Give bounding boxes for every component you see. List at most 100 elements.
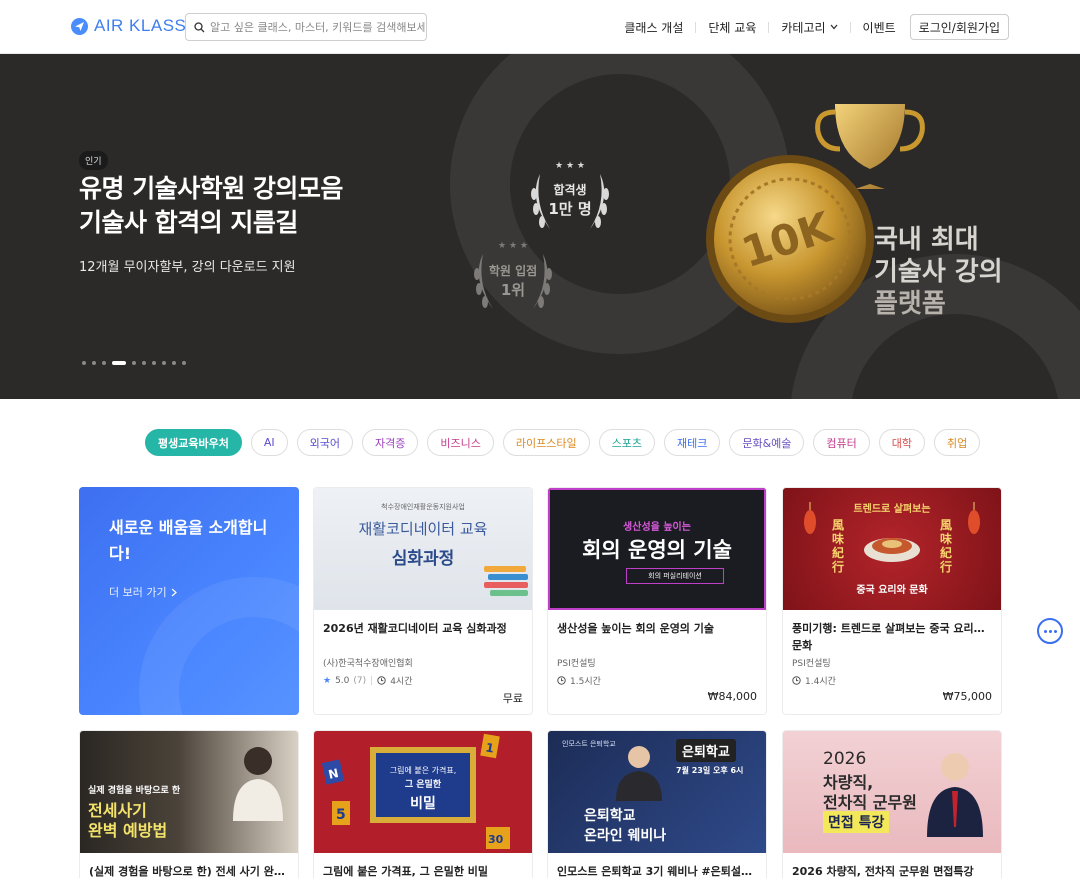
course-meta: 1.5시간 [557,674,601,687]
thumb-headline: 회의 운영의 기술 [582,538,732,562]
thumb-headline: 중국 요리와 문화 [856,585,928,596]
carousel-dot[interactable] [172,361,176,365]
course-thumbnail: 트렌드로 살펴보는 風味紀行 風味紀行 중국 요리와 문화 [783,488,1001,610]
number-tiles-icon: N 5 1 30 [321,733,510,849]
laurel2-line1: 학원 입점 [488,264,538,278]
course-rating: 5.0 [335,675,350,686]
thumb-headline: 완벽 예방법 [88,821,168,840]
thumb-headline: 전차직 군무원 [823,793,917,812]
course-title: 2026 차량직, 전차직 군무원 면접특강 [792,865,974,878]
course-thumbnail: 인모스트 은퇴학교 은퇴학교 7월 23일 오후 6시 은퇴학교 온라인 웨비나 [548,731,766,853]
carousel-dot[interactable] [132,361,136,365]
laurel1-line2: 1만 명 [548,200,592,218]
carousel-dot[interactable] [112,361,126,365]
logo[interactable]: AIR KLASS [71,16,186,36]
category-chip[interactable]: 재테크 [663,429,721,456]
category-chip[interactable]: 대학 [878,429,926,456]
category-chip[interactable]: 문화&예술 [729,429,805,456]
course-card[interactable]: 트렌드로 살펴보는 風味紀行 風味紀行 중국 요리와 문화 풍미기행: 트렌드로… [782,487,1002,715]
thumb-caption: 생산성을 높이는 [623,522,691,533]
nav-group-education[interactable]: 단체 교육 [696,14,768,40]
course-card[interactable]: 그림에 붙은 가격표, 그 은밀한 비밀 N 5 1 30 그림에 붙은 가격표… [313,730,533,878]
course-card[interactable]: 실제 경험을 바탕으로 한 전세사기 완벽 예방법 (실제 경험을 바탕으로 한… [79,730,299,878]
thumb-headline: 2026 [823,749,867,769]
thumb-tag: 회의 퍼실리테이션 [626,568,724,584]
promo-card[interactable]: 새로운 배움을 소개합니다! 더 보러 가기 [79,487,299,715]
logo-icon [71,17,88,35]
lantern-icon [968,502,980,534]
course-title: 인모스트 은퇴학교 3기 웨비나 #은퇴설… [557,865,752,878]
laurel-badge-rank: ★ ★ ★ 학원 입점 1위 [463,234,563,324]
hero-subtitle: 12개월 무이자할부, 강의 다운로드 지원 [79,260,296,275]
course-thumbnail: 생산성을 높이는 회의 운영의 기술 회의 퍼실리테이션 [548,488,766,610]
thumb-badge: 은퇴학교 [676,739,736,762]
nav-category[interactable]: 카테고리 [769,14,849,40]
promo-more-link[interactable]: 더 보러 가기 [109,584,177,600]
hero-title: 유명 기술사학원 강의모음 기술사 합격의 지름길 [79,172,343,240]
carousel-dot[interactable] [92,361,96,365]
person-silhouette-icon [233,747,283,821]
category-chip[interactable]: 평생교육바우처 [145,429,242,456]
course-title: 그림에 붙은 가격표, 그 은밀한 비밀 [323,865,489,878]
hero-headline: 국내 최대 기술사 강의 플랫폼 [874,224,1003,320]
laurel1-line1: 합격생 [553,183,587,197]
hero-banner[interactable]: 인기 유명 기술사학원 강의모음 기술사 합격의 지름길 12개월 무이자할부,… [0,54,1080,399]
books-illustration-icon [484,566,528,596]
chevron-down-icon [830,24,838,30]
course-thumbnail: 척수장애인재활운동지원사업 재활코디네이터 교육 심화과정 [314,488,532,610]
category-chip[interactable]: 외국어 [296,429,353,456]
category-chip[interactable]: 라이프스타일 [502,429,590,456]
course-meta: ★ 5.0 (7) | 4시간 [323,674,413,688]
category-chip[interactable]: AI [250,429,288,456]
course-title: 풍미기행: 트렌드로 살펴보는 중국 요리… 문화 [792,622,985,652]
svg-text:30: 30 [488,833,504,846]
clock-icon [557,676,566,685]
chat-dot [1048,629,1052,633]
speaker-photo-icon [616,746,662,801]
login-button[interactable]: 로그인/회원가입 [909,14,1009,40]
search-input[interactable] [210,20,425,34]
course-card[interactable]: 2026 차량직, 전차직 군무원 면접 특강 2026 차량직, 전차직 군무… [782,730,1002,878]
nav-event[interactable]: 이벤트 [851,14,908,40]
carousel-dot[interactable] [152,361,156,365]
carousel-dot[interactable] [182,361,186,365]
course-review-count: (7) [353,675,367,686]
course-card[interactable]: 생산성을 높이는 회의 운영의 기술 회의 퍼실리테이션 생산성을 높이는 회의… [547,487,767,715]
top-header: AIR KLASS 클래스 개설 단체 교육 카테고리 이벤트 로그인/회원가입 [0,0,1080,54]
category-chip[interactable]: 취업 [934,429,981,456]
chat-bubble-icon[interactable] [1037,618,1063,644]
svg-text:★ ★ ★: ★ ★ ★ [555,161,585,171]
hero-badge: 인기 [79,151,108,170]
hero-title-line2: 기술사 합격의 지름길 [79,208,298,237]
nav-category-label: 카테고리 [781,20,826,35]
thumb-headline: 재활코디네이터 교육 [358,520,488,538]
carousel-dots [82,361,186,365]
course-thumbnail: 그림에 붙은 가격표, 그 은밀한 비밀 N 5 1 30 [314,731,532,853]
course-card[interactable]: 척수장애인재활운동지원사업 재활코디네이터 교육 심화과정 2026년 재활코디… [313,487,533,715]
category-chip[interactable]: 스포츠 [598,429,655,456]
carousel-dot[interactable] [82,361,86,365]
course-card[interactable]: 인모스트 은퇴학교 은퇴학교 7월 23일 오후 6시 은퇴학교 온라인 웨비나… [547,730,767,878]
hero-headline-line1: 국내 최대 [874,225,979,255]
course-price: ₩75,000 [942,690,992,703]
carousel-dot[interactable] [162,361,166,365]
course-title: (실제 경험을 바탕으로 한) 전세 사기 완… [89,865,285,878]
category-chip[interactable]: 컴퓨터 [813,429,870,456]
carousel-dot[interactable] [102,361,106,365]
search-box[interactable] [185,13,427,41]
dish-illustration-icon [864,538,920,562]
chat-dot [1053,629,1057,633]
logo-text: AIR KLASS [94,16,187,35]
course-title: 2026년 재활코디네이터 교육 심화과정 [323,622,507,635]
course-thumbnail: 실제 경험을 바탕으로 한 전세사기 완벽 예방법 [80,731,298,853]
category-chip[interactable]: 비즈니스 [427,429,494,456]
carousel-dot[interactable] [142,361,146,365]
category-chip[interactable]: 자격증 [362,429,419,456]
promo-title: 새로운 배움을 소개합니다! [109,518,268,563]
nav-open-class[interactable]: 클래스 개설 [612,14,695,40]
promo-more-label: 더 보러 가기 [109,586,167,599]
thumb-caption: 척수장애인재활운동지원사업 [381,503,465,511]
thumb-headline: 은퇴학교 [584,808,636,824]
main-nav: 클래스 개설 단체 교육 카테고리 이벤트 로그인/회원가입 [612,14,1009,40]
course-meta: 1.4시간 [792,674,836,687]
